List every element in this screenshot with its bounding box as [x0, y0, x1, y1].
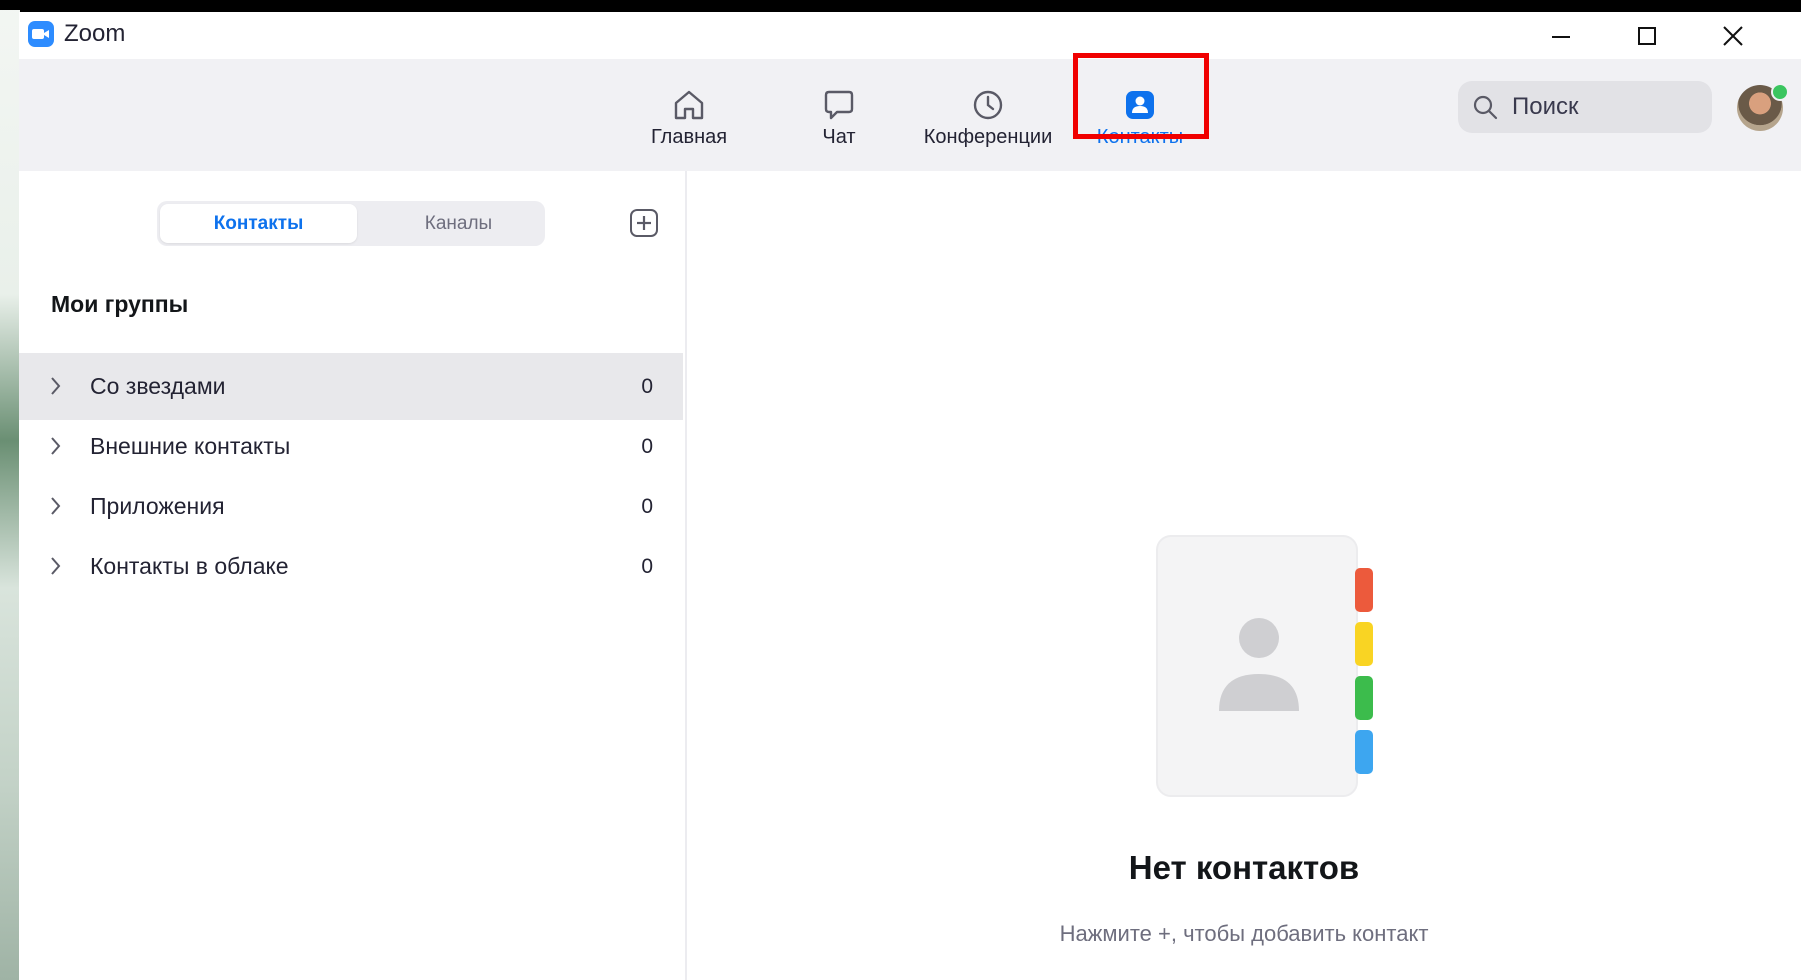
minimize-icon: [1552, 35, 1570, 38]
group-label: Внешние контакты: [90, 433, 291, 459]
groups-heading: Мои группы: [51, 291, 189, 317]
search-box[interactable]: [1458, 81, 1712, 133]
close-button[interactable]: [1693, 12, 1773, 59]
chevron-right-icon: [51, 557, 61, 575]
tab-home-label: Главная: [650, 126, 728, 148]
minimize-button[interactable]: [1521, 12, 1601, 59]
clock-icon: [973, 90, 1003, 120]
tab-contacts[interactable]: Контакты: [1065, 59, 1215, 171]
contacts-channels-switch: Контакты Каналы: [157, 201, 545, 246]
tab-chat[interactable]: Чат: [764, 59, 914, 171]
tab-chat-label: Чат: [822, 126, 856, 148]
address-book-icon: [1156, 535, 1373, 797]
segment-contacts[interactable]: Контакты: [160, 204, 357, 243]
close-icon: [1723, 25, 1743, 46]
tab-meetings-label: Конференции: [923, 126, 1053, 148]
search-input[interactable]: [1510, 92, 1694, 122]
online-status-indicator: [1771, 83, 1789, 101]
contact-icon: [1126, 91, 1154, 119]
group-row-external[interactable]: Внешние контакты 0: [19, 413, 683, 480]
window-title: Zoom: [64, 20, 126, 47]
chat-bubble-icon: [824, 90, 854, 120]
desktop-background: [0, 0, 20, 980]
contacts-sidebar: Контакты Каналы Мои группы Со звездами 0…: [19, 171, 687, 980]
empty-state-title: Нет контактов: [1128, 849, 1360, 886]
avatar[interactable]: [1737, 83, 1789, 131]
top-navigation: Главная Чат Конференции Контакты: [19, 59, 1801, 171]
contact-detail-area: Нет контактов Нажмите +, чтобы добавить …: [687, 171, 1801, 980]
maximize-button[interactable]: [1607, 12, 1687, 59]
desktop-background-top: [0, 0, 1801, 10]
group-count: 0: [641, 554, 653, 578]
search-icon: [1473, 95, 1498, 120]
zoom-window: Zoom Главная Чат Конференции Контакты По…: [19, 12, 1801, 980]
group-row-apps[interactable]: Приложения 0: [19, 473, 683, 540]
group-label: Контакты в облаке: [90, 553, 289, 579]
tab-contacts-label: Контакты: [1096, 126, 1184, 148]
title-bar: Zoom: [19, 12, 1801, 59]
group-count: 0: [641, 494, 653, 518]
segment-channels[interactable]: Каналы: [360, 204, 557, 243]
group-row-cloud[interactable]: Контакты в облаке 0: [19, 533, 683, 600]
tab-meetings[interactable]: Конференции: [913, 59, 1063, 171]
group-count: 0: [641, 434, 653, 458]
home-icon: [674, 90, 704, 120]
group-label: Приложения: [90, 493, 225, 519]
empty-state-subtitle: Нажмите +, чтобы добавить контакт: [1059, 921, 1429, 946]
group-count: 0: [641, 374, 653, 398]
maximize-icon: [1638, 26, 1656, 45]
tab-home[interactable]: Главная: [614, 59, 764, 171]
chevron-right-icon: [51, 437, 61, 455]
add-contact-button[interactable]: [629, 208, 659, 238]
chevron-right-icon: [51, 497, 61, 515]
zoom-logo-icon: [28, 21, 54, 47]
chevron-right-icon: [51, 377, 61, 395]
group-row-starred[interactable]: Со звездами 0: [19, 353, 683, 420]
group-label: Со звездами: [90, 373, 226, 399]
